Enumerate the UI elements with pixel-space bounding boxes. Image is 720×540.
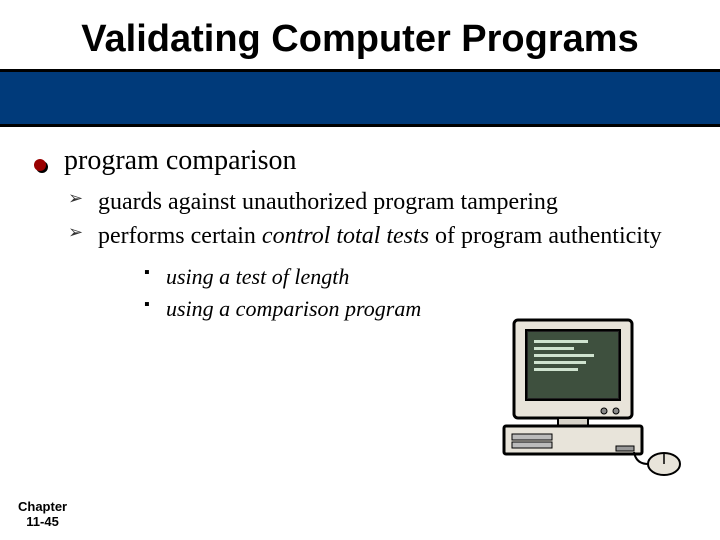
footer-chapter: Chapter [18,500,67,515]
slide-title: Validating Computer Programs [0,0,720,67]
title-band [0,69,720,127]
bullet-level3: using a test of length [144,263,690,291]
computer-clipart-icon [496,314,686,484]
bullet-level2: performs certain control total tests of … [64,221,690,322]
footer-page: 11-45 [18,515,67,530]
bullet-l1-text: program comparison [64,145,297,176]
bullet-l3-text: using a test of length [166,264,349,289]
bullet-level1: program comparison guards against unauth… [30,145,690,322]
bullet-l3-text: using a comparison program [166,296,421,321]
bullet-l2-text: performs certain control total tests of … [98,223,662,249]
content-area: program comparison guards against unauth… [0,127,720,322]
bullet-level2: guards against unauthorized program tamp… [64,187,690,217]
bullet-l2-text: guards against unauthorized program tamp… [98,189,558,215]
slide-footer: Chapter 11-45 [18,500,67,530]
